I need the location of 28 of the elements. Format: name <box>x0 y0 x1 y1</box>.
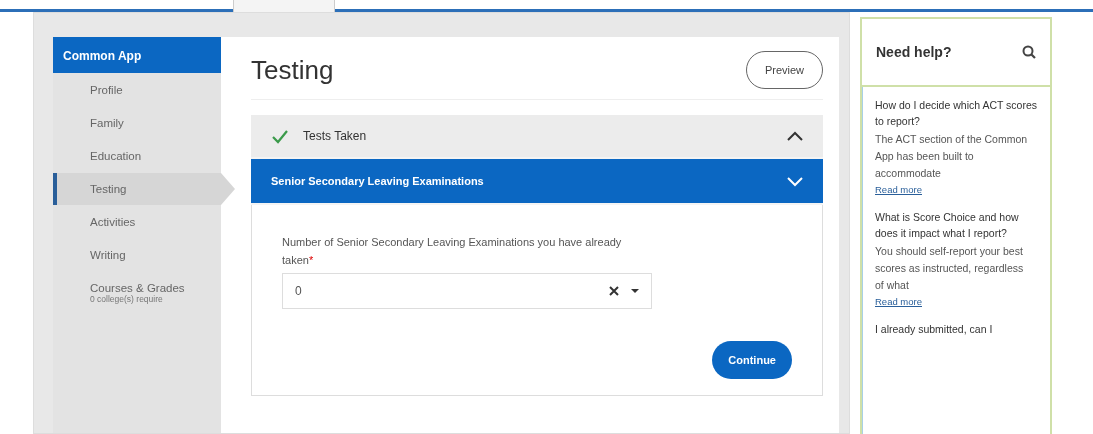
help-question: How do I decide which ACT scores to report? <box>875 98 1039 129</box>
sidebar-item[interactable]: Profile <box>53 74 235 106</box>
sidebar-item[interactable]: Courses & Grades 0 college(s) require <box>53 272 235 314</box>
help-answer: The ACT section of the Common App has been built to accommodate <box>875 132 1029 181</box>
sidebar-item[interactable]: Activities <box>53 206 235 238</box>
chevron-icon <box>787 175 803 187</box>
sidebar-item[interactable]: Writing <box>53 239 235 271</box>
accordion-header[interactable]: Senior Secondary Leaving Examinations <box>251 159 823 205</box>
chevron-icon <box>787 130 803 142</box>
sidebar-item[interactable]: Family <box>53 107 235 139</box>
read-more-link[interactable]: Read more <box>875 184 922 195</box>
dropdown-caret-icon[interactable] <box>631 289 639 293</box>
help-title: Need help? <box>876 44 952 60</box>
search-icon[interactable] <box>1022 45 1036 59</box>
continue-button[interactable]: Continue <box>712 341 792 379</box>
read-more-link[interactable]: Read more <box>875 296 922 307</box>
question-label: Number of Senior Secondary Leaving Examinations you have already taken* <box>282 235 623 268</box>
accordion-header[interactable]: Tests Taken <box>251 115 823 159</box>
sidebar-item[interactable]: Testing <box>53 173 235 205</box>
page-title: Testing <box>251 54 334 86</box>
help-answer: You should self-report your best scores as instructed, regardless of what <box>875 244 1025 293</box>
help-question: I already submitted, can I <box>875 322 994 337</box>
sidebar-title: Common App <box>53 37 221 73</box>
clear-icon[interactable] <box>609 286 619 296</box>
help-question: What is Score Choice and how does it impact what I report? <box>875 210 1020 241</box>
preview-button[interactable]: Preview <box>745 51 823 89</box>
number-select-field[interactable]: 0 <box>282 273 652 309</box>
sidebar-item[interactable]: Education <box>53 140 235 172</box>
